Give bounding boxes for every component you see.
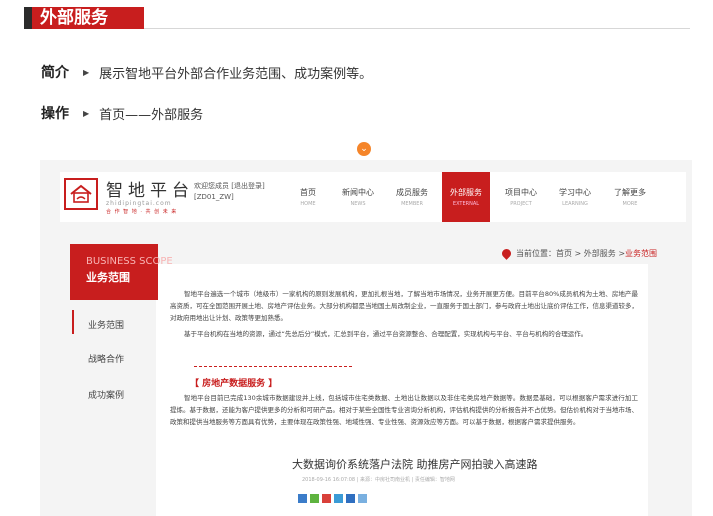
title-divider	[144, 28, 690, 29]
share-weibo-icon[interactable]	[322, 494, 331, 503]
page-title: 外部服务	[32, 7, 144, 29]
triangle-bullet-icon: ▶	[83, 108, 90, 118]
operation-text: 首页——外部服务	[99, 107, 204, 123]
content-paragraph: 基于平台机构在当地的资源，通过“先总后分”模式，汇总到平台，通过平台资源整合、合…	[184, 330, 588, 338]
user-id: [ZD01_ZW]	[194, 193, 234, 201]
house-icon	[70, 184, 92, 203]
triangle-bullet-icon: ▶	[83, 67, 90, 77]
share-more-icon[interactable]	[358, 494, 367, 503]
operation-label: 操作	[41, 106, 69, 122]
share-qzone-icon[interactable]	[298, 494, 307, 503]
share-tencent-icon[interactable]	[334, 494, 343, 503]
logo-pinyin: zhidipingtai.com	[106, 200, 172, 207]
operation-row: 操作 ▶ 首页——外部服务	[41, 103, 203, 123]
intro-text: 展示智地平台外部合作业务范围、成功案例等。	[99, 66, 373, 82]
nav-learning[interactable]: 学习中心 LEARNING	[551, 172, 599, 222]
breadcrumb-current[interactable]: 业务范围	[625, 248, 657, 259]
nav-news[interactable]: 新闻中心 NEWS	[334, 172, 382, 222]
nav-more[interactable]: 了解更多 MORE	[606, 172, 654, 222]
share-wechat-icon[interactable]	[310, 494, 319, 503]
sidebar-item-scope[interactable]: 业务范围	[88, 318, 124, 331]
dashed-divider	[194, 366, 352, 367]
website-screenshot: 智地平台 zhidipingtai.com 合 作 智 地 · 共 创 未 来 …	[40, 160, 692, 516]
title-accent-bar	[24, 7, 32, 29]
sidebar-banner-en: BUSINESS SCOPE	[86, 256, 173, 267]
sidebar-active-marker	[72, 310, 74, 334]
logo-slogan: 合 作 智 地 · 共 创 未 来	[106, 209, 178, 215]
sidebar-banner-cn: 业务范围	[86, 271, 130, 284]
intro-row: 简介 ▶ 展示智地平台外部合作业务范围、成功案例等。	[41, 62, 372, 82]
welcome-text[interactable]: 欢迎您成员 [退出登录]	[194, 181, 265, 192]
nav-project[interactable]: 项目中心 PROJECT	[497, 172, 545, 222]
logo-icon[interactable]	[64, 178, 98, 210]
nav-member[interactable]: 成员服务 MEMBER	[388, 172, 436, 222]
user-area: 欢迎您成员 [退出登录] [ZD01_ZW]	[194, 181, 265, 203]
location-pin-icon	[500, 247, 513, 260]
breadcrumb-prefix[interactable]: 当前位置：首页 > 外部服务 >	[516, 248, 625, 259]
logo-name: 智地平台	[106, 181, 194, 201]
sidebar-item-cases[interactable]: 成功案例	[88, 388, 124, 401]
intro-label: 简介	[41, 65, 69, 81]
nav-home[interactable]: 首页 HOME	[284, 172, 332, 222]
news-title[interactable]: 大数据询价系统落户法院 助推房产网拍驶入高速路	[292, 456, 538, 472]
news-meta: 2018-09-16 16:07:08 | 来源：中房社司南业机 | 责任编辑：…	[302, 477, 455, 483]
sidebar-item-strategy[interactable]: 战略合作	[88, 352, 124, 365]
section-heading: 【 房地产数据服务 】	[190, 379, 278, 389]
content-paragraph: 智地平台目前已完成130余城市数据建设并上线，包括城市住宅类数据、土地出让数据以…	[170, 394, 638, 426]
share-renren-icon[interactable]	[346, 494, 355, 503]
nav-external[interactable]: 外部服务 EXTERNAL	[442, 172, 490, 222]
content-paragraph: 智地平台遍选一个城市（地级市）一家机构的原则发展机构，更加扎根当地，了解当地市场…	[170, 290, 638, 322]
site-header: 智地平台 zhidipingtai.com 合 作 智 地 · 共 创 未 来 …	[60, 172, 686, 222]
chevron-down-icon: ⌄	[357, 142, 371, 156]
breadcrumb: 当前位置：首页 > 外部服务 > 业务范围	[500, 247, 657, 260]
